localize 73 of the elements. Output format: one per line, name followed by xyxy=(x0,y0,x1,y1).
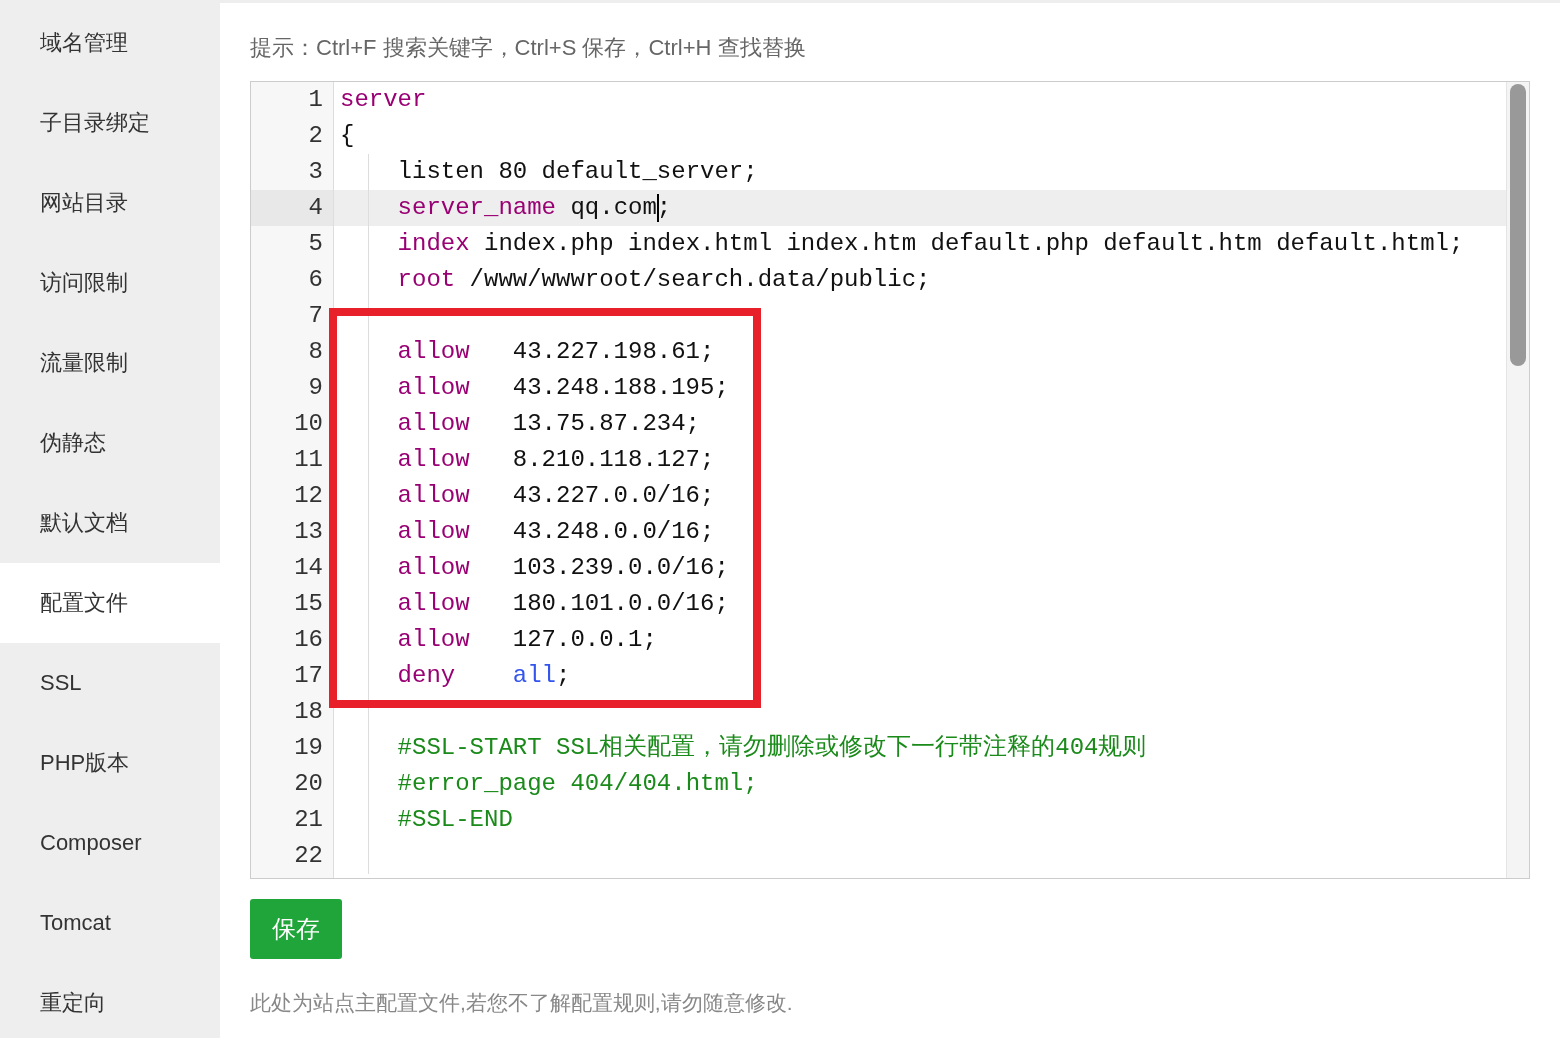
code-text: allow xyxy=(397,517,471,547)
line-number: 18 xyxy=(293,697,324,727)
code-text: root xyxy=(397,265,456,295)
code-text: #SSL-END xyxy=(397,805,513,835)
code-text: 43.248.0.0/16; xyxy=(512,517,715,547)
line-number: 10 xyxy=(293,409,324,439)
code-text: 103.239.0.0/16; xyxy=(512,553,729,583)
code-text: index.php index.html index.htm default.php default.htm default.html; xyxy=(483,229,1464,259)
code-text: allow xyxy=(397,481,471,511)
sidebar-item[interactable]: 网站目录 xyxy=(0,163,220,243)
line-number: 6 xyxy=(307,265,324,295)
sidebar-item[interactable]: 伪静态 xyxy=(0,403,220,483)
code-text: server xyxy=(340,85,427,115)
code-text: allow xyxy=(397,373,471,403)
sidebar-item[interactable]: 配置文件 xyxy=(0,563,220,643)
line-number: 17 xyxy=(293,661,324,691)
code-text: #SSL-START SSL相关配置，请勿删除或修改下一行带注释的404规则 xyxy=(397,733,1147,763)
line-number: 7 xyxy=(307,301,324,331)
sidebar-item[interactable]: PHP版本 xyxy=(0,723,220,803)
line-number: 11 xyxy=(293,445,324,475)
code-text: 43.227.0.0/16; xyxy=(512,481,715,511)
line-number: 8 xyxy=(307,337,324,367)
line-number: 19 xyxy=(293,733,324,763)
code-text: allow xyxy=(397,625,471,655)
line-number: 9 xyxy=(307,373,324,403)
code-text: 43.227.198.61; xyxy=(512,337,715,367)
line-number: 12 xyxy=(293,481,324,511)
line-number: 2 xyxy=(307,121,324,151)
line-number: 16 xyxy=(293,625,324,655)
code-text: 13.75.87.234; xyxy=(512,409,700,439)
code-text: deny xyxy=(397,661,457,691)
line-number: 3 xyxy=(307,157,324,187)
line-number: 1 xyxy=(307,85,324,115)
sidebar-item[interactable]: SSL xyxy=(0,643,220,723)
code-text: listen 80 default_server; xyxy=(397,157,758,187)
code-text: allow xyxy=(397,589,471,619)
code-text: qq.com xyxy=(569,193,657,223)
code-text: 8.210.118.127; xyxy=(512,445,715,475)
line-number: 20 xyxy=(293,769,324,799)
code-text: ; xyxy=(556,661,571,691)
code-editor[interactable] xyxy=(250,81,1530,879)
code-text: allow xyxy=(397,445,471,475)
code-text: { xyxy=(340,121,355,151)
line-number: 21 xyxy=(293,805,324,835)
line-number: 13 xyxy=(293,517,324,547)
code-text: index xyxy=(397,229,470,259)
hint-text: 提示：Ctrl+F 搜索关键字，Ctrl+S 保存，Ctrl+H 查找替换 xyxy=(250,34,807,62)
sidebar-item[interactable]: 流量限制 xyxy=(0,323,220,403)
sidebar-item[interactable]: 子目录绑定 xyxy=(0,83,220,163)
code-text: allow xyxy=(397,337,471,367)
sidebar-item[interactable]: 域名管理 xyxy=(0,3,220,83)
code-text: allow xyxy=(397,409,471,439)
line-number: 14 xyxy=(293,553,324,583)
code-text: 43.248.188.195; xyxy=(512,373,729,403)
code-text: /www/wwwroot/search.data/public; xyxy=(468,265,931,295)
code-text: 180.101.0.0/16; xyxy=(512,589,729,619)
code-text: ; xyxy=(656,193,672,223)
line-number: 5 xyxy=(307,229,324,259)
sidebar-item[interactable]: Tomcat xyxy=(0,883,220,963)
line-number: 15 xyxy=(293,589,324,619)
scrollbar[interactable] xyxy=(1506,82,1529,878)
code-text: all xyxy=(512,661,556,691)
sidebar-item[interactable]: 默认文档 xyxy=(0,483,220,563)
sidebar-item[interactable]: 访问限制 xyxy=(0,243,220,323)
note-text: 此处为站点主配置文件,若您不了解配置规则,请勿随意修改. xyxy=(250,990,794,1016)
code-text: allow xyxy=(397,553,471,583)
code-text: #error_page 404/404.html; xyxy=(397,769,758,799)
code-text: 127.0.0.1; xyxy=(512,625,657,655)
code-text: server_name xyxy=(397,193,557,223)
line-number: 22 xyxy=(293,841,324,871)
sidebar-item[interactable]: 重定向 xyxy=(0,963,220,1038)
line-number: 4 xyxy=(251,190,333,226)
sidebar-item[interactable]: Composer xyxy=(0,803,220,883)
